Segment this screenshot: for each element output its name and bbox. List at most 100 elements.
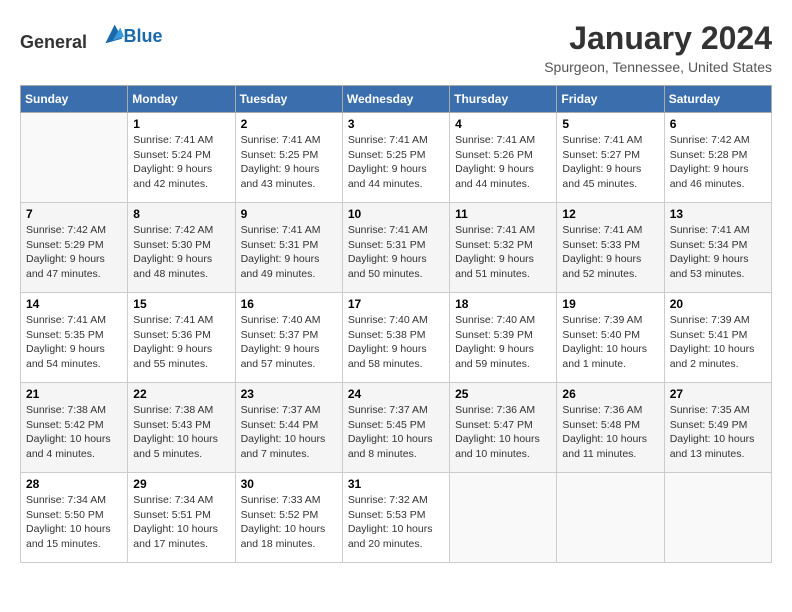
day-info: Sunrise: 7:39 AMSunset: 5:40 PMDaylight:… [562,313,658,372]
day-number: 26 [562,387,658,401]
calendar-cell: 15Sunrise: 7:41 AMSunset: 5:36 PMDayligh… [128,293,235,383]
calendar-cell: 26Sunrise: 7:36 AMSunset: 5:48 PMDayligh… [557,383,664,473]
day-number: 5 [562,117,658,131]
day-info: Sunrise: 7:33 AMSunset: 5:52 PMDaylight:… [241,493,337,552]
day-number: 20 [670,297,766,311]
day-info: Sunrise: 7:42 AMSunset: 5:28 PMDaylight:… [670,133,766,192]
day-info: Sunrise: 7:40 AMSunset: 5:39 PMDaylight:… [455,313,551,372]
day-number: 28 [26,477,122,491]
calendar-cell: 31 Sunrise: 7:32 AMSunset: 5:53 PMDayligh… [342,473,449,563]
day-info: Sunrise: 7:41 AMSunset: 5:26 PMDaylight:… [455,133,551,192]
day-number: 25 [455,387,551,401]
day-info: Sunrise: 7:41 AMSunset: 5:36 PMDaylight:… [133,313,229,372]
calendar-cell: 14 Sunrise: 7:41 AMSunset: 5:35 PMDayligh… [21,293,128,383]
calendar-cell: 13 Sunrise: 7:41 AMSunset: 5:34 PMDayligh… [664,203,771,293]
calendar-week-4: 21Sunrise: 7:38 AMSunset: 5:42 PMDayligh… [21,383,772,473]
calendar-cell: 19 Sunrise: 7:39 AMSunset: 5:40 PMDayligh… [557,293,664,383]
column-header-friday: Friday [557,86,664,113]
day-info: Sunrise: 7:34 AMSunset: 5:50 PMDaylight:… [26,493,122,552]
calendar-week-2: 7 Sunrise: 7:42 AMSunset: 5:29 PMDaylight… [21,203,772,293]
calendar-cell: 10 Sunrise: 7:41 AMSunset: 5:31 PMDayligh… [342,203,449,293]
calendar-cell: 28 Sunrise: 7:34 AMSunset: 5:50 PMDayligh… [21,473,128,563]
column-header-sunday: Sunday [21,86,128,113]
calendar-cell [664,473,771,563]
day-info: Sunrise: 7:35 AMSunset: 5:49 PMDaylight:… [670,403,766,462]
calendar-cell: 30 Sunrise: 7:33 AMSunset: 5:52 PMDayligh… [235,473,342,563]
calendar-cell: 22Sunrise: 7:38 AMSunset: 5:43 PMDayligh… [128,383,235,473]
day-number: 10 [348,207,444,221]
day-number: 9 [241,207,337,221]
calendar-cell [21,113,128,203]
day-info: Sunrise: 7:41 AMSunset: 5:25 PMDaylight:… [241,133,337,192]
calendar-cell: 7 Sunrise: 7:42 AMSunset: 5:29 PMDaylight… [21,203,128,293]
calendar-cell: 8 Sunrise: 7:42 AMSunset: 5:30 PMDaylight… [128,203,235,293]
day-info: Sunrise: 7:40 AMSunset: 5:38 PMDaylight:… [348,313,444,372]
calendar-cell: 6 Sunrise: 7:42 AMSunset: 5:28 PMDaylight… [664,113,771,203]
day-number: 7 [26,207,122,221]
calendar-cell: 5 Sunrise: 7:41 AMSunset: 5:27 PMDaylight… [557,113,664,203]
calendar-cell: 25 Sunrise: 7:36 AMSunset: 5:47 PMDayligh… [450,383,557,473]
day-info: Sunrise: 7:41 AMSunset: 5:25 PMDaylight:… [348,133,444,192]
calendar-cell: 1Sunrise: 7:41 AMSunset: 5:24 PMDaylight… [128,113,235,203]
calendar-week-1: 1Sunrise: 7:41 AMSunset: 5:24 PMDaylight… [21,113,772,203]
calendar-cell: 11Sunrise: 7:41 AMSunset: 5:32 PMDayligh… [450,203,557,293]
calendar-cell: 2 Sunrise: 7:41 AMSunset: 5:25 PMDaylight… [235,113,342,203]
day-info: Sunrise: 7:41 AMSunset: 5:27 PMDaylight:… [562,133,658,192]
calendar-cell: 4 Sunrise: 7:41 AMSunset: 5:26 PMDaylight… [450,113,557,203]
calendar-cell: 21Sunrise: 7:38 AMSunset: 5:42 PMDayligh… [21,383,128,473]
day-number: 22 [133,387,229,401]
calendar-cell: 3 Sunrise: 7:41 AMSunset: 5:25 PMDaylight… [342,113,449,203]
calendar-cell: 12 Sunrise: 7:41 AMSunset: 5:33 PMDayligh… [557,203,664,293]
day-info: Sunrise: 7:42 AMSunset: 5:30 PMDaylight:… [133,223,229,282]
column-header-saturday: Saturday [664,86,771,113]
day-info: Sunrise: 7:36 AMSunset: 5:47 PMDaylight:… [455,403,551,462]
day-number: 17 [348,297,444,311]
calendar-cell: 17 Sunrise: 7:40 AMSunset: 5:38 PMDayligh… [342,293,449,383]
day-info: Sunrise: 7:39 AMSunset: 5:41 PMDaylight:… [670,313,766,372]
day-info: Sunrise: 7:32 AMSunset: 5:53 PMDaylight:… [348,493,444,552]
day-info: Sunrise: 7:38 AMSunset: 5:42 PMDaylight:… [26,403,122,462]
day-number: 14 [26,297,122,311]
logo-icon [96,20,124,48]
calendar-cell: 20 Sunrise: 7:39 AMSunset: 5:41 PMDayligh… [664,293,771,383]
month-title: January 2024 [544,20,772,57]
day-number: 12 [562,207,658,221]
day-info: Sunrise: 7:41 AMSunset: 5:35 PMDaylight:… [26,313,122,372]
day-number: 13 [670,207,766,221]
calendar-week-3: 14 Sunrise: 7:41 AMSunset: 5:35 PMDayligh… [21,293,772,383]
column-header-thursday: Thursday [450,86,557,113]
day-info: Sunrise: 7:34 AMSunset: 5:51 PMDaylight:… [133,493,229,552]
day-info: Sunrise: 7:41 AMSunset: 5:31 PMDaylight:… [241,223,337,282]
page-header: General Blue January 2024 Spurgeon, Tenn… [20,20,772,75]
day-number: 29 [133,477,229,491]
calendar-cell: 18 Sunrise: 7:40 AMSunset: 5:39 PMDayligh… [450,293,557,383]
column-header-wednesday: Wednesday [342,86,449,113]
day-number: 4 [455,117,551,131]
day-info: Sunrise: 7:41 AMSunset: 5:33 PMDaylight:… [562,223,658,282]
day-number: 6 [670,117,766,131]
day-info: Sunrise: 7:41 AMSunset: 5:31 PMDaylight:… [348,223,444,282]
day-number: 3 [348,117,444,131]
day-number: 11 [455,207,551,221]
day-number: 31 [348,477,444,491]
calendar-header-row: SundayMondayTuesdayWednesdayThursdayFrid… [21,86,772,113]
day-number: 16 [241,297,337,311]
day-info: Sunrise: 7:42 AMSunset: 5:29 PMDaylight:… [26,223,122,282]
calendar-cell: 9 Sunrise: 7:41 AMSunset: 5:31 PMDaylight… [235,203,342,293]
logo: General Blue [20,20,163,53]
day-info: Sunrise: 7:41 AMSunset: 5:34 PMDaylight:… [670,223,766,282]
day-number: 18 [455,297,551,311]
logo-blue: Blue [124,26,163,46]
location-subtitle: Spurgeon, Tennessee, United States [544,59,772,75]
day-number: 24 [348,387,444,401]
calendar-cell: 29 Sunrise: 7:34 AMSunset: 5:51 PMDayligh… [128,473,235,563]
column-header-tuesday: Tuesday [235,86,342,113]
day-number: 8 [133,207,229,221]
day-number: 2 [241,117,337,131]
calendar-cell [557,473,664,563]
calendar-cell: 24Sunrise: 7:37 AMSunset: 5:45 PMDayligh… [342,383,449,473]
calendar-cell [450,473,557,563]
day-number: 19 [562,297,658,311]
logo-general: General [20,32,87,52]
day-number: 30 [241,477,337,491]
